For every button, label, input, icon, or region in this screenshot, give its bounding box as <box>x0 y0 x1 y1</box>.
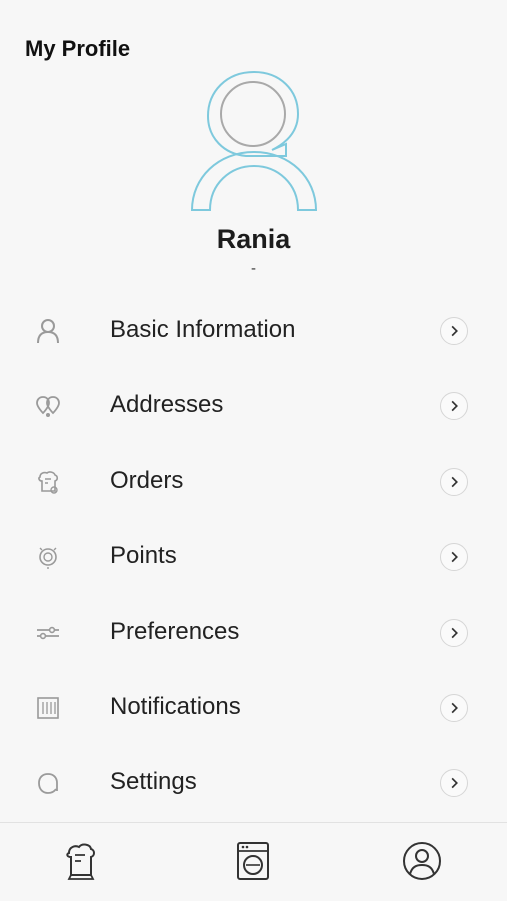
menu-item-label: Settings <box>110 768 197 796</box>
menu-item-label: Notifications <box>110 692 241 720</box>
user-icon <box>34 318 62 344</box>
chevron-right-icon[interactable] <box>440 618 468 647</box>
chevron-right-icon[interactable] <box>440 392 468 421</box>
menu-item-points[interactable]: Points <box>0 519 507 594</box>
sliders-icon <box>34 620 62 646</box>
profile-subtitle: - <box>251 260 256 277</box>
bottom-nav <box>0 822 507 901</box>
menu-item-label: Orders <box>110 466 184 494</box>
chevron-right-icon[interactable] <box>440 693 468 722</box>
menu-item-label: Preferences <box>110 617 240 645</box>
chevron-right-icon[interactable] <box>440 467 468 496</box>
laundry-bag-icon <box>34 469 62 495</box>
menu-item-settings[interactable]: Settings <box>0 745 507 820</box>
menu-item-basic-information[interactable]: Basic Information <box>0 293 507 368</box>
page-title: My Profile <box>25 36 131 61</box>
chevron-right-icon[interactable] <box>440 769 468 798</box>
menu-item-label: Points <box>110 542 177 570</box>
avatar[interactable] <box>188 68 320 214</box>
nav-laundry-button[interactable] <box>59 839 103 883</box>
location-pins-icon <box>34 393 62 419</box>
laundry-bag-icon <box>66 843 95 880</box>
chevron-right-icon[interactable] <box>440 543 468 572</box>
nav-washing-machine-button[interactable] <box>231 839 275 883</box>
points-badge-icon <box>34 544 62 570</box>
menu-item-addresses[interactable]: Addresses <box>0 368 507 443</box>
profile-name: Rania <box>216 224 291 254</box>
profile-icon <box>403 842 441 880</box>
nav-profile-button[interactable] <box>400 839 444 883</box>
settings-icon <box>34 770 62 796</box>
menu-item-label: Basic Information <box>110 316 296 343</box>
menu-item-orders[interactable]: Orders <box>0 444 507 519</box>
avatar-user-icon <box>190 70 318 211</box>
menu-item-label: Addresses <box>110 391 224 419</box>
menu-item-preferences[interactable]: Preferences <box>0 595 507 670</box>
washing-machine-icon <box>237 842 269 880</box>
bell-panel-icon <box>34 695 62 721</box>
profile-menu: Basic Information Addresses Orders Point… <box>0 293 507 821</box>
menu-item-notifications[interactable]: Notifications <box>0 670 507 745</box>
chevron-right-icon[interactable] <box>440 317 468 345</box>
